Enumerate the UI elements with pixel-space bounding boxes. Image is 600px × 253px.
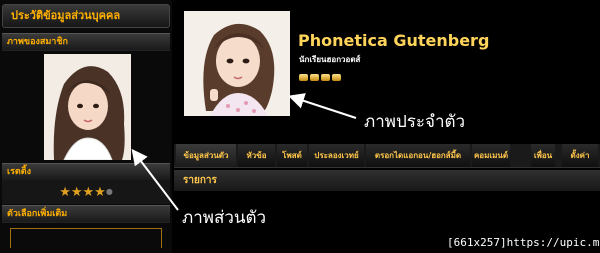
star-icon: ★ (94, 185, 106, 200)
profile-tabs: ข้อมูลส่วนตัว หัวข้อ โพสต์ ประลองเวทย์ ต… (174, 144, 600, 168)
personal-photo-annotation: ภาพส่วนตัว (182, 208, 267, 228)
rating-stars: ★★★★● (2, 180, 170, 204)
tab-posts[interactable]: โพสต์ (277, 144, 307, 167)
tab-duel[interactable]: ประลองเวทย์ (309, 144, 364, 167)
profile-role: นักเรียนฮอกวอตส์ (299, 55, 361, 64)
tab-settings[interactable]: ตั้งค่า (562, 144, 598, 167)
image-credit: [661x257]https://upic.me/ (447, 236, 600, 249)
tab-personal-info[interactable]: ข้อมูลส่วนตัว (176, 144, 236, 167)
profile-sidebar: ประวัติข้อมูลส่วนบุคคล ภาพของสมาชิก เรตต… (0, 0, 172, 253)
options-heading: ตัวเลือกเพิ่มเติม (2, 205, 170, 223)
rating-heading: เรตติ้ง (2, 163, 170, 181)
member-photo-heading: ภาพของสมาชิก (2, 33, 170, 51)
section-title: รายการ (174, 170, 600, 191)
profile-avatar[interactable] (184, 11, 290, 116)
rank-badge (299, 74, 341, 81)
rank-pip (332, 74, 341, 81)
tab-friends[interactable]: เพื่อน (531, 144, 555, 167)
tab-comments[interactable]: คอมเมนต์ (472, 144, 510, 167)
rank-pip (299, 74, 308, 81)
star-empty-icon: ● (105, 187, 113, 196)
options-box (10, 228, 162, 248)
profile-photo-annotation: ภาพประจำตัว (364, 112, 466, 132)
rank-pip (310, 74, 319, 81)
rank-pip (321, 74, 330, 81)
member-photo (44, 54, 131, 160)
star-icon: ★ (59, 185, 71, 200)
tab-diagon-alley[interactable]: ตรอกไดแอกอน/ฮอกส์มี้ด (366, 144, 470, 167)
sidebar-header: ประวัติข้อมูลส่วนบุคคล (2, 4, 170, 28)
tab-topics[interactable]: หัวข้อ (238, 144, 275, 167)
profile-name: Phonetica Gutenberg (298, 31, 490, 50)
star-icon: ★ (82, 185, 95, 200)
star-icon: ★ (70, 185, 83, 200)
